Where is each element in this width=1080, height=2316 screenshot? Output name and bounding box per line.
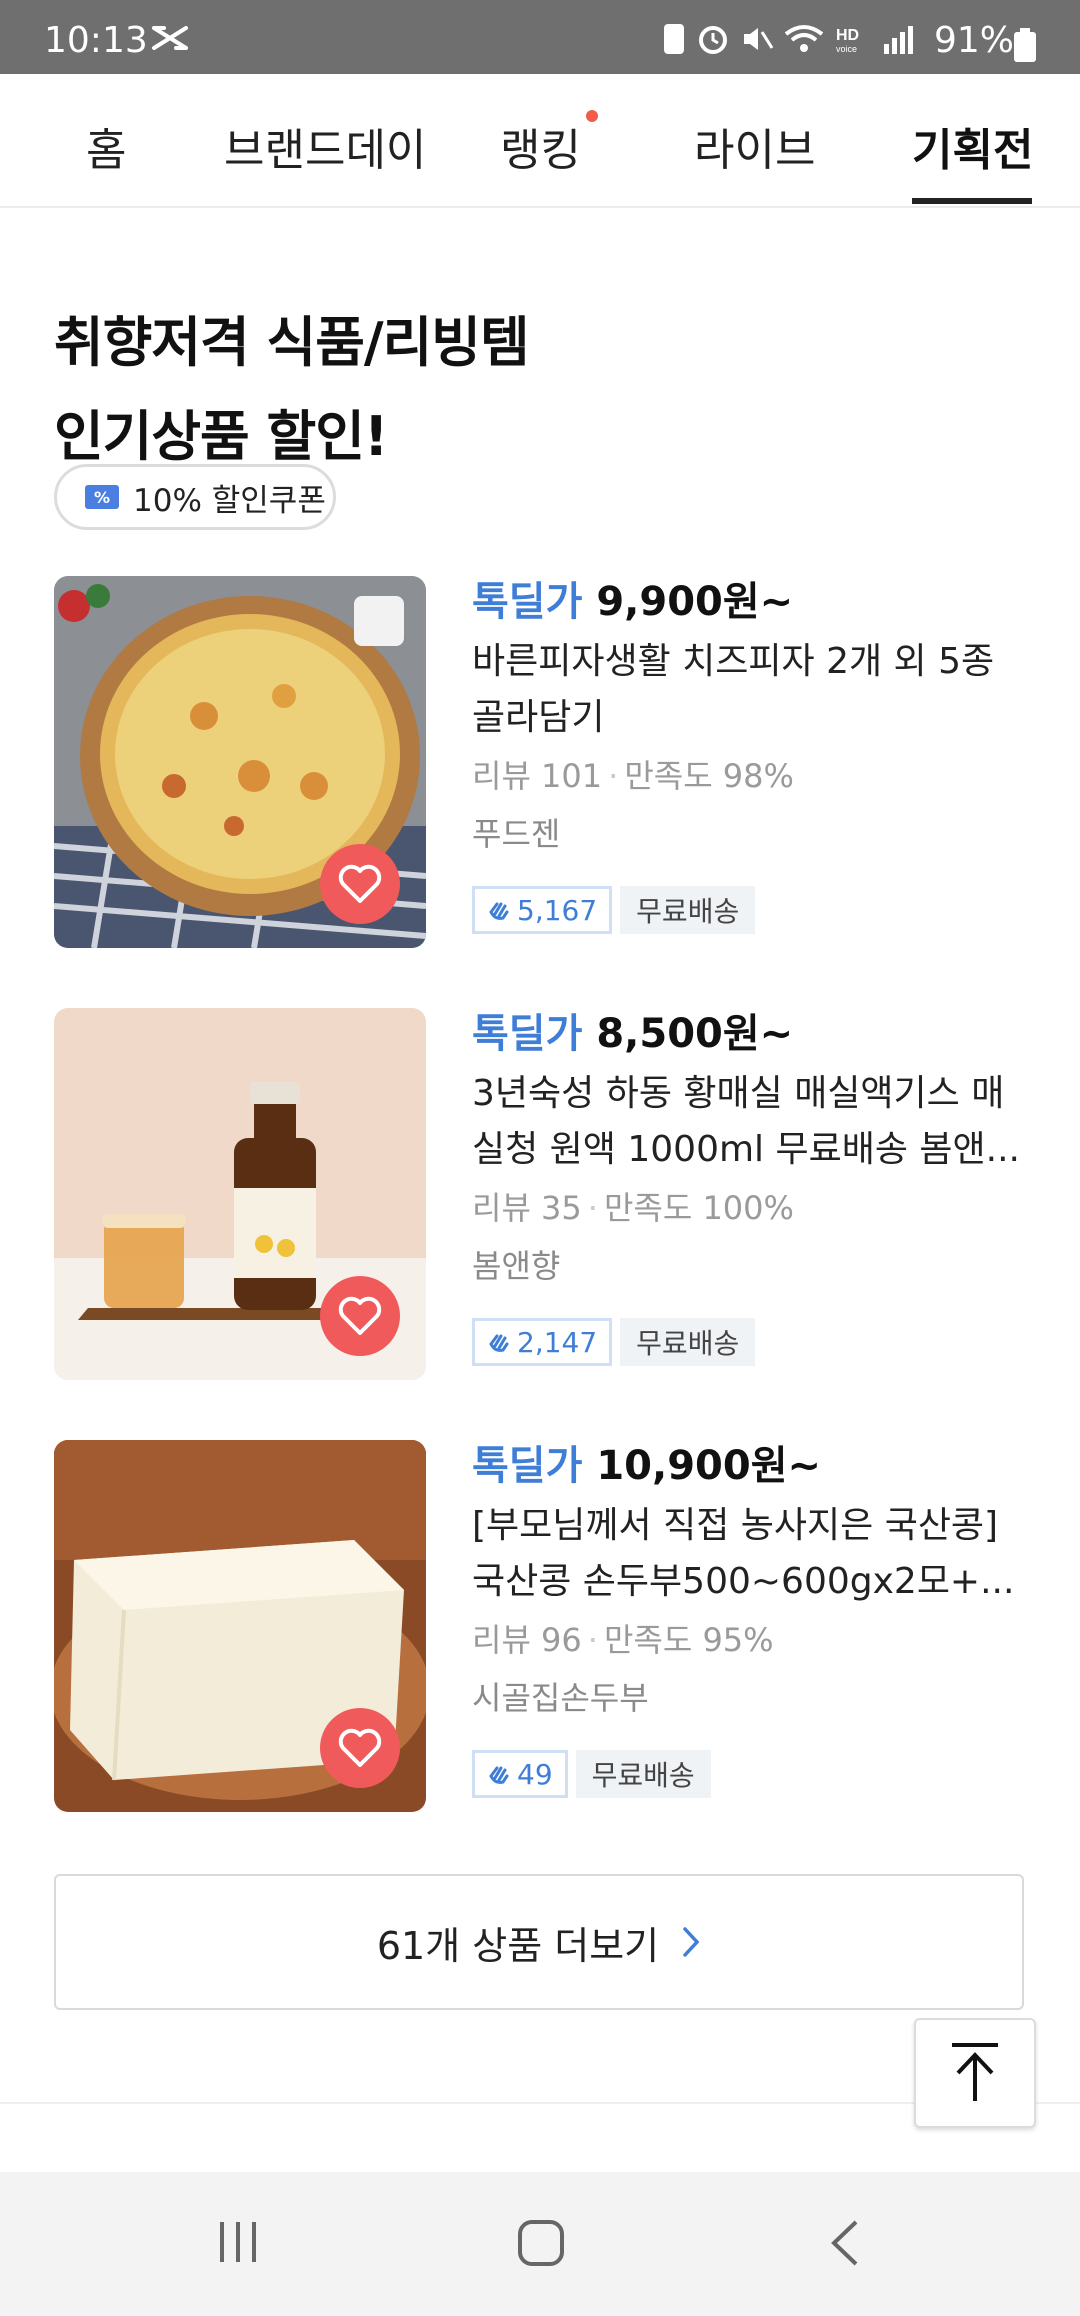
- satisfaction: 만족도 95%: [603, 1621, 774, 1659]
- tab-live[interactable]: 라이브: [694, 114, 815, 178]
- product-title-line-2: 골라담기: [472, 697, 605, 738]
- category-tab-bar: 홈 브랜드데이 랭킹 라이브 기획전: [0, 74, 1080, 208]
- price: 8,500원~: [596, 1011, 794, 1057]
- product-info: 톡딜가 8,500원~ 3년숙성 하동 황매실 매실액기스 매 실청 원액 10…: [472, 1008, 1072, 1368]
- product-title[interactable]: 3년숙성 하동 황매실 매실액기스 매 실청 원액 1000ml 무료배송 봄앤…: [472, 1066, 1072, 1178]
- status-icons: HD voice: [662, 22, 916, 56]
- hand-icon: [489, 902, 509, 920]
- signal-icon: [884, 26, 913, 54]
- coupon-icon: %: [85, 485, 119, 509]
- svg-text:HD: HD: [836, 27, 859, 44]
- review-count: 리뷰 35: [472, 1189, 582, 1227]
- hand-icon: [489, 1766, 509, 1784]
- battery-percent: 91%: [934, 20, 1015, 61]
- purchase-count-badge: 2,147: [472, 1318, 613, 1366]
- product-info: 톡딜가 9,900원~ 바른피자생활 치즈피자 2개 외 5종 골라담기 리뷰 …: [472, 576, 1072, 936]
- satisfaction: 만족도 98%: [624, 757, 794, 795]
- hand-icon: [489, 1334, 509, 1352]
- price-line: 톡딜가 10,900원~: [472, 1440, 1072, 1492]
- tab-ranking[interactable]: 랭킹: [500, 114, 581, 178]
- purchase-count: 49: [517, 1757, 553, 1791]
- mute-icon: [744, 28, 774, 50]
- heart-icon: [338, 864, 382, 903]
- coupon-label: 10% 할인쿠폰: [133, 482, 326, 519]
- product-title-line-2: 실청 원액 1000ml 무료배송 봄앤...: [472, 1129, 1020, 1170]
- badges: 5,167 무료배송: [472, 886, 1072, 936]
- review-summary: 리뷰 96 · 만족도 95%: [472, 1621, 774, 1659]
- wishlist-button[interactable]: [320, 844, 400, 924]
- hd-voice-icon: HDvoice: [836, 27, 859, 54]
- active-tab-indicator: [912, 198, 1032, 204]
- capcut-icon: [150, 24, 190, 56]
- product-card[interactable]: 톡딜가 8,500원~ 3년숙성 하동 황매실 매실액기스 매 실청 원액 10…: [54, 1008, 1044, 1382]
- free-shipping-badge: 무료배송: [620, 886, 756, 934]
- review-count: 리뷰 96: [472, 1621, 582, 1659]
- heart-icon: [338, 1728, 382, 1767]
- price-tag: 톡딜가: [472, 1443, 583, 1489]
- chevron-right-icon: [683, 1927, 700, 1957]
- free-shipping-badge: 무료배송: [620, 1318, 756, 1366]
- back-icon[interactable]: [826, 2218, 862, 2268]
- tab-special-exhibition[interactable]: 기획전: [912, 114, 1033, 178]
- status-bar: 10:13 HD voice 91%: [0, 0, 1080, 74]
- free-shipping-badge: 무료배송: [575, 1750, 711, 1798]
- svg-text:voice: voice: [836, 44, 857, 54]
- satisfaction: 만족도 100%: [603, 1189, 794, 1227]
- ranking-new-dot: [586, 110, 598, 122]
- seller-name[interactable]: 푸드젠: [472, 810, 1072, 858]
- product-card[interactable]: 톡딜가 10,900원~ [부모님께서 직접 농사지은 국산콩] 국산콩 손두부…: [54, 1440, 1044, 1814]
- review-count: 리뷰 101: [472, 757, 603, 795]
- heart-icon: [338, 1296, 382, 1335]
- purchase-count: 2,147: [517, 1325, 598, 1359]
- product-title-line-1: 바른피자생활 치즈피자 2개 외 5종: [472, 641, 995, 682]
- product-image-pizza[interactable]: [54, 576, 426, 948]
- page-title: 취향저격 식품/리빙템 인기상품 할인!: [54, 296, 530, 484]
- product-title-line-1: 3년숙성 하동 황매실 매실액기스 매: [472, 1073, 1005, 1114]
- alarm-icon: [699, 26, 727, 54]
- product-card[interactable]: 톡딜가 9,900원~ 바른피자생활 치즈피자 2개 외 5종 골라담기 리뷰 …: [54, 576, 1044, 950]
- battery-icon: [1014, 28, 1036, 62]
- product-title[interactable]: [부모님께서 직접 농사지은 국산콩] 국산콩 손두부500~600gx2모+.…: [472, 1498, 1072, 1610]
- badges: 49 무료배송: [472, 1750, 1072, 1800]
- review-summary: 리뷰 35 · 만족도 100%: [472, 1189, 794, 1227]
- view-more-label: 61개 상품 더보기: [376, 1923, 660, 1968]
- seller-name[interactable]: 봄앤향: [472, 1242, 1072, 1290]
- badges: 2,147 무료배송: [472, 1318, 1072, 1368]
- wifi-icon: [784, 25, 824, 52]
- status-time: 10:13: [44, 20, 148, 61]
- product-title-line-1: [부모님께서 직접 농사지은 국산콩]: [472, 1505, 999, 1546]
- home-icon[interactable]: [516, 2218, 566, 2268]
- price-line: 톡딜가 9,900원~: [472, 576, 1072, 628]
- seller-name[interactable]: 시골집손두부: [472, 1674, 1072, 1722]
- purchase-count: 5,167: [517, 893, 598, 927]
- wishlist-button[interactable]: [320, 1708, 400, 1788]
- price-tag: 톡딜가: [472, 1011, 583, 1057]
- product-image-plum-extract[interactable]: [54, 1008, 426, 1380]
- purchase-count-badge: 49: [472, 1750, 568, 1798]
- price: 9,900원~: [596, 579, 794, 625]
- tab-brand-day[interactable]: 브랜드데이: [224, 114, 426, 178]
- view-more-button[interactable]: 61개 상품 더보기: [54, 1874, 1024, 2010]
- purchase-count-badge: 5,167: [472, 886, 613, 934]
- scroll-to-top-button[interactable]: [914, 2018, 1036, 2128]
- title-line-1: 취향저격 식품/리빙템: [54, 311, 530, 374]
- product-info: 톡딜가 10,900원~ [부모님께서 직접 농사지은 국산콩] 국산콩 손두부…: [472, 1440, 1072, 1800]
- coupon-chip[interactable]: % 10% 할인쿠폰: [54, 464, 336, 530]
- system-navigation-bar: [0, 2172, 1080, 2316]
- arrow-up-to-top-icon: [952, 2043, 998, 2101]
- review-summary: 리뷰 101 · 만족도 98%: [472, 757, 794, 795]
- wishlist-button[interactable]: [320, 1276, 400, 1356]
- product-title-line-2: 국산콩 손두부500~600gx2모+...: [472, 1561, 1015, 1602]
- product-image-tofu[interactable]: [54, 1440, 426, 1812]
- tab-home[interactable]: 홈: [86, 114, 126, 178]
- price: 10,900원~: [596, 1443, 822, 1489]
- price-tag: 톡딜가: [472, 579, 583, 625]
- product-title[interactable]: 바른피자생활 치즈피자 2개 외 5종 골라담기: [472, 634, 1072, 746]
- sim-icon: [664, 24, 684, 54]
- price-line: 톡딜가 8,500원~: [472, 1008, 1072, 1060]
- recent-apps-icon[interactable]: [214, 2218, 262, 2266]
